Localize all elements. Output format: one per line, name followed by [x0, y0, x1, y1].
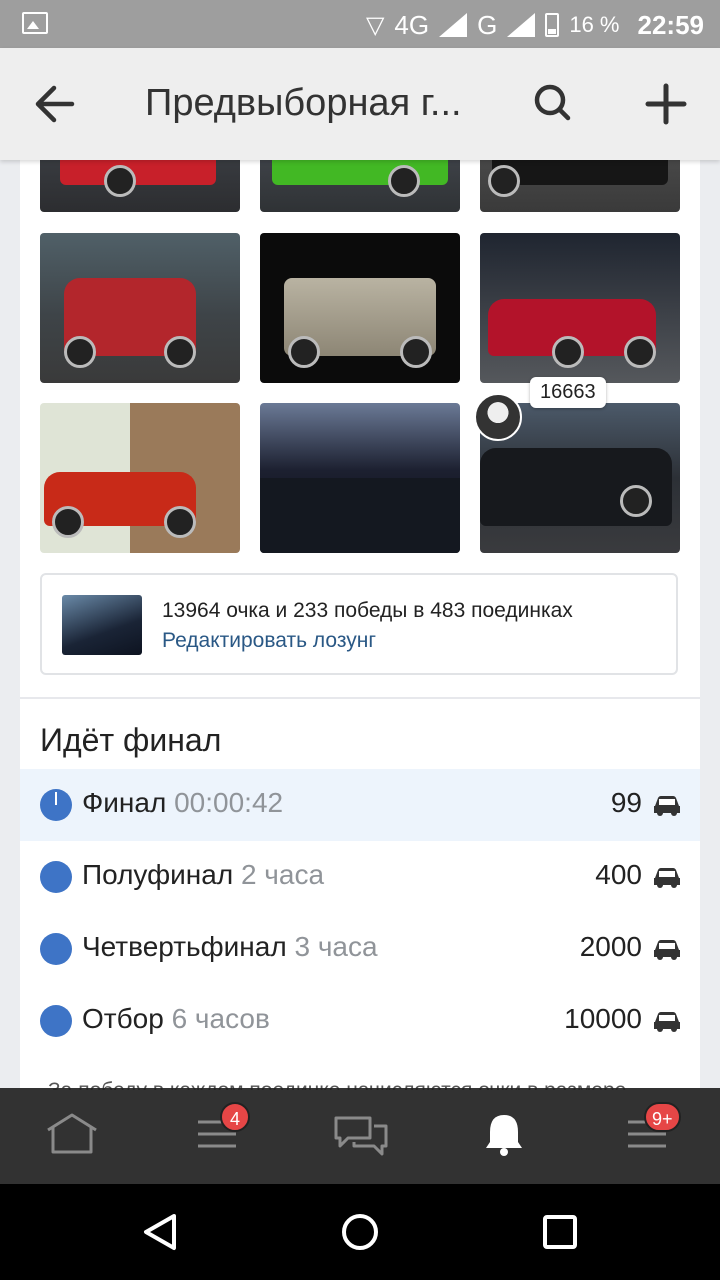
stage-dot [40, 933, 72, 965]
photo-red-sportscar[interactable] [40, 160, 240, 212]
arrow-left-icon[interactable] [34, 84, 78, 124]
nav-home-icon[interactable] [340, 1212, 380, 1252]
car-icon [654, 940, 680, 960]
photo-silver-mercedes[interactable] [260, 233, 460, 383]
edit-motto-link[interactable]: Редактировать лозунг [162, 629, 376, 653]
stage-time: 00:00:42 [174, 787, 284, 818]
messages-icon[interactable] [332, 1112, 392, 1162]
signal-icon-2 [507, 13, 536, 37]
stage-count: 400 [595, 859, 642, 890]
score-badge: 16663 [530, 377, 606, 408]
system-nav-bar [0, 1184, 720, 1280]
nav-back-icon[interactable] [140, 1212, 180, 1252]
stage-row-semifinal[interactable]: Полуфинал 2 часа 400 [20, 841, 700, 913]
wifi-icon: ▽ [365, 11, 385, 39]
home-icon[interactable] [42, 1112, 102, 1162]
stage-row-final[interactable]: Финал 00:00:42 99 [20, 769, 700, 841]
photo-red-supercar[interactable] [40, 403, 240, 553]
menu-badge: 9+ [644, 1102, 681, 1132]
stage-label: Четвертьфинал [82, 931, 287, 962]
feed-icon[interactable]: 4 [192, 1102, 252, 1162]
stage-row-qualification[interactable]: Отбор 6 часов 10000 [20, 985, 700, 1057]
bell-icon[interactable] [474, 1112, 534, 1162]
photo-red-hatchback[interactable] [40, 233, 240, 383]
content-card: 16663 13964 очка и 233 победы в 483 поед… [20, 160, 700, 1090]
motto-thumbnail[interactable] [62, 595, 142, 655]
battery-icon [545, 13, 560, 37]
menu-icon[interactable]: 9+ [626, 1102, 686, 1162]
photo-black-car[interactable] [480, 160, 680, 212]
car-icon [654, 868, 680, 888]
tab-bar: 4 9+ [0, 1088, 720, 1184]
gallery-notification-icon [22, 12, 48, 34]
status-bar: ▽ 4G G 16 % 22:59 [0, 0, 720, 48]
stage-time: 6 часов [171, 1003, 270, 1034]
battery-level: 16 % [569, 12, 620, 37]
stage-row-quarterfinal[interactable]: Четвертьфинал 3 часа 2000 [20, 913, 700, 985]
stage-count: 2000 [579, 931, 642, 962]
page-title: Предвыборная г... [145, 82, 462, 124]
search-icon[interactable] [532, 82, 576, 126]
car-icon [654, 796, 680, 816]
section-title: Идёт финал [40, 722, 222, 758]
stage-time: 3 часа [294, 931, 378, 962]
stage-dot [40, 1005, 72, 1037]
clock: 22:59 [637, 9, 705, 40]
feed-badge: 4 [220, 1102, 250, 1132]
stage-label: Полуфинал [82, 859, 234, 890]
plus-icon[interactable] [644, 82, 688, 126]
stage-label: Финал [82, 787, 167, 818]
stats-text: 13964 очка и 233 победы в 483 поединках [162, 599, 573, 622]
network-type-2: G [477, 9, 498, 40]
stage-count: 10000 [564, 1003, 642, 1034]
network-type: 4G [394, 9, 430, 40]
motto-card: 13964 очка и 233 победы в 483 поединках … [40, 573, 678, 675]
signal-icon [439, 13, 468, 37]
stage-time: 2 часа [240, 859, 325, 890]
photo-volga-hood-ornament[interactable] [260, 403, 460, 553]
stage-dot [40, 861, 72, 893]
nav-recents-icon[interactable] [542, 1214, 578, 1250]
stage-count: 99 [610, 787, 642, 818]
avatar[interactable] [474, 393, 522, 441]
divider [20, 697, 700, 699]
clock-icon [40, 789, 72, 821]
photo-green-sportscar[interactable] [260, 160, 460, 212]
photo-red-subaru[interactable] [480, 233, 680, 383]
stage-label: Отбор [82, 1003, 164, 1034]
app-bar: Предвыборная г... [0, 48, 720, 160]
car-icon [654, 1012, 680, 1032]
